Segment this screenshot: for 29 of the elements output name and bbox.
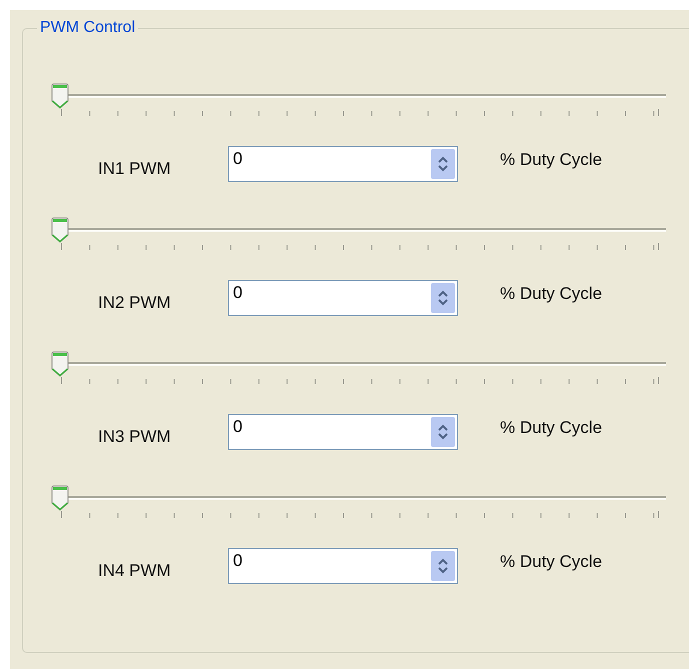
number-field[interactable]: 0: [228, 548, 458, 584]
unit-label: % Duty Cycle: [500, 284, 602, 304]
spin-button[interactable]: [431, 283, 455, 313]
spin-button[interactable]: [431, 149, 455, 179]
field-value: 0: [232, 149, 242, 169]
slider-thumb[interactable]: [50, 83, 70, 109]
spin-button[interactable]: [431, 417, 455, 447]
unit-label: % Duty Cycle: [500, 552, 602, 572]
number-field[interactable]: 0: [228, 146, 458, 182]
channel-label: IN2 PWM: [98, 293, 172, 313]
unit-label: % Duty Cycle: [500, 418, 602, 438]
slider-thumb[interactable]: [50, 351, 70, 377]
number-field[interactable]: 0: [228, 414, 458, 450]
up-down-arrows-icon: [438, 558, 448, 574]
up-down-arrows-icon: [438, 156, 448, 172]
field-value: 0: [232, 417, 242, 437]
channel-label: IN3 PWM: [98, 427, 172, 447]
up-down-arrows-icon: [438, 424, 448, 440]
field-value: 0: [232, 283, 242, 303]
unit-label: % Duty Cycle: [500, 150, 602, 170]
channel-label: IN4 PWM: [98, 561, 172, 581]
field-value: 0: [232, 551, 242, 571]
spin-button[interactable]: [431, 551, 455, 581]
slider-thumb[interactable]: [50, 217, 70, 243]
channel-label: IN1 PWM: [98, 159, 172, 179]
number-field[interactable]: 0: [228, 280, 458, 316]
up-down-arrows-icon: [438, 290, 448, 306]
slider-thumb[interactable]: [50, 485, 70, 511]
group-title: PWM Control: [39, 19, 136, 37]
